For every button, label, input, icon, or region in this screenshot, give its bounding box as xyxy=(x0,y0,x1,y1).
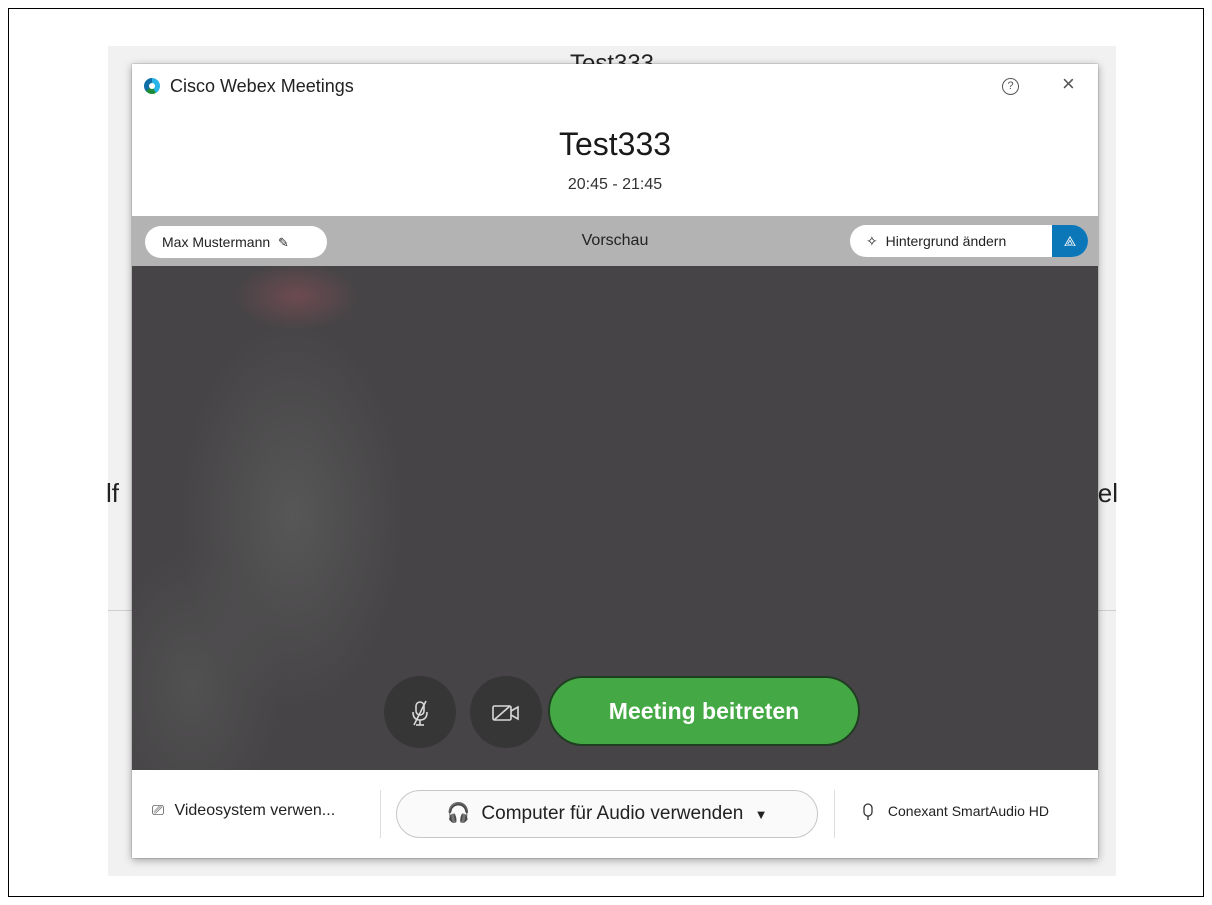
webex-join-dialog: Cisco Webex Meetings ? × Test333 20:45 -… xyxy=(132,64,1098,858)
meeting-title: Test333 xyxy=(558,126,672,162)
close-icon[interactable]: × xyxy=(1062,73,1075,95)
microphone-device-button[interactable]: Conexant SmartAudio HD xyxy=(862,803,1049,821)
meeting-time: 20:45 - 21:45 xyxy=(567,176,663,193)
change-background-button[interactable]: ✧ Hintergrund ändern ⟁ xyxy=(850,225,1088,257)
footer-divider xyxy=(834,790,835,838)
help-icon[interactable]: ? xyxy=(1002,78,1019,95)
change-background-label: Hintergrund ändern xyxy=(885,233,1007,249)
headset-icon: 🎧 xyxy=(446,803,471,824)
dropdown-icon: ▼ xyxy=(754,807,768,822)
camera-button[interactable] xyxy=(470,676,542,748)
dialog-footer: ⎚ Videosystem verwen... 🎧 Computer für A… xyxy=(132,770,1098,858)
video-system-button[interactable]: ⎚ Videosystem verwen... xyxy=(152,802,335,820)
blur-icon[interactable]: ⟁ xyxy=(1052,225,1088,257)
mic-device-label: Conexant SmartAudio HD xyxy=(887,803,1049,819)
mic-icon xyxy=(863,803,873,821)
background-left-text: lf xyxy=(106,478,119,508)
audio-connection-button[interactable]: 🎧 Computer für Audio verwenden ▼ xyxy=(396,790,818,838)
mic-off-icon xyxy=(412,700,428,726)
cast-icon: ⎚ xyxy=(152,802,165,819)
camera-off-icon xyxy=(492,704,519,721)
dialog-titlebar: Cisco Webex Meetings ? × xyxy=(132,64,1098,108)
preview-bar: Max Mustermann ✎ Vorschau ✧ Hintergrund … xyxy=(132,216,1098,266)
background-right-text: el xyxy=(1097,478,1118,508)
video-system-label: Videosystem verwen... xyxy=(174,802,336,819)
join-meeting-button[interactable]: Meeting beitreten xyxy=(548,676,860,746)
wand-icon: ✧ xyxy=(866,233,878,249)
footer-divider xyxy=(380,790,381,838)
app-name: Cisco Webex Meetings xyxy=(170,76,354,96)
audio-label: Computer für Audio verwenden xyxy=(481,803,744,824)
webex-logo-icon xyxy=(144,78,160,94)
mute-button[interactable] xyxy=(384,676,456,748)
